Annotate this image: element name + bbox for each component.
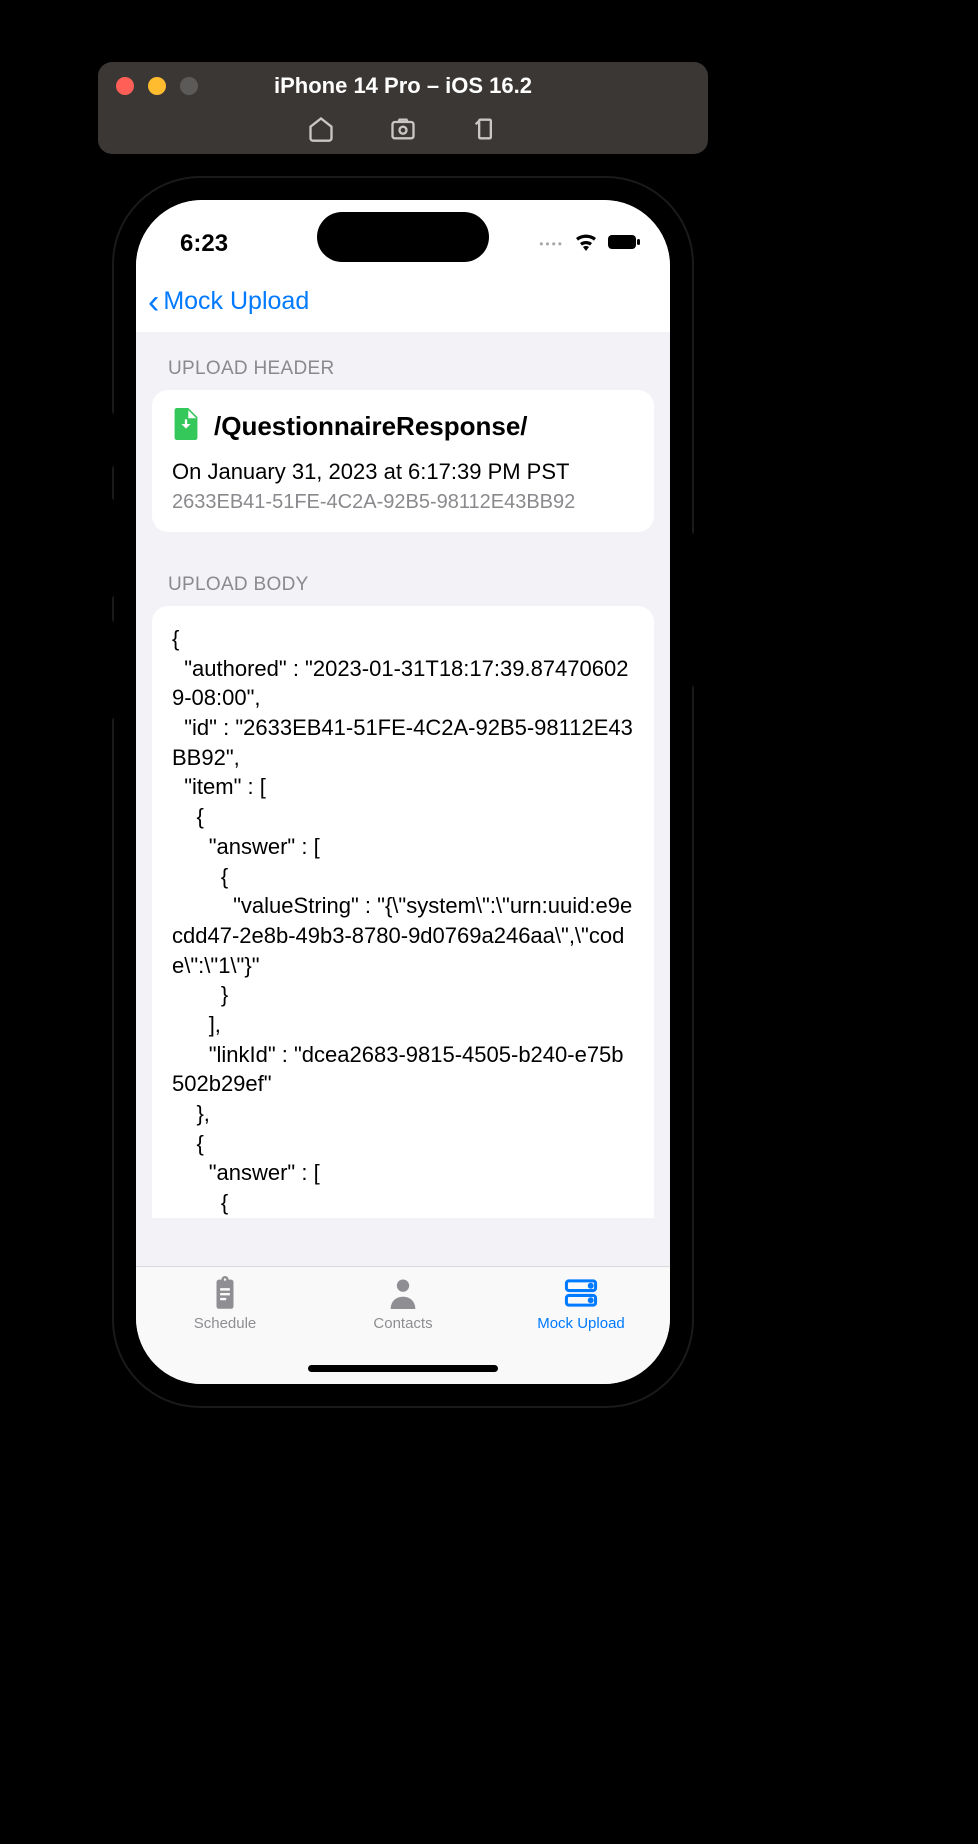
home-icon[interactable]	[307, 115, 335, 143]
tab-schedule[interactable]: Schedule	[136, 1275, 314, 1384]
screenshot-icon[interactable]	[389, 115, 417, 143]
phone-frame: 6:23 •••• ‹ Mock Upload UPLOAD HEADER	[114, 178, 692, 1406]
traffic-lights	[98, 77, 198, 95]
header-row: /QuestionnaireResponse/	[172, 408, 634, 445]
tab-mock-upload-label: Mock Upload	[537, 1315, 625, 1332]
mute-switch	[104, 412, 114, 468]
simulator-window: iPhone 14 Pro – iOS 16.2	[98, 62, 708, 154]
chevron-left-icon: ‹	[148, 285, 159, 319]
dynamic-island	[317, 212, 489, 262]
volume-down-button	[104, 620, 114, 720]
clipboard-icon	[207, 1275, 243, 1311]
status-right: ••••	[539, 233, 642, 256]
battery-icon	[608, 234, 642, 255]
tab-mock-upload[interactable]: Mock Upload	[492, 1275, 670, 1384]
rotate-icon[interactable]	[471, 115, 499, 143]
power-button	[692, 532, 702, 688]
status-time: 6:23	[180, 230, 228, 258]
minimize-icon[interactable]	[148, 77, 166, 95]
content-scroll[interactable]: UPLOAD HEADER /QuestionnaireResponse/ On…	[136, 332, 670, 1266]
home-indicator[interactable]	[308, 1365, 498, 1372]
upload-uuid: 2633EB41-51FE-4C2A-92B5-98112E43BB92	[172, 491, 634, 514]
cellular-icon: ••••	[539, 237, 564, 251]
document-icon	[172, 408, 200, 445]
nav-bar: ‹ Mock Upload	[136, 272, 670, 332]
upload-header-card: /QuestionnaireResponse/ On January 31, 2…	[152, 390, 654, 532]
phone-screen: 6:23 •••• ‹ Mock Upload UPLOAD HEADER	[136, 200, 670, 1384]
simulator-titlebar: iPhone 14 Pro – iOS 16.2	[98, 62, 708, 110]
maximize-icon[interactable]	[180, 77, 198, 95]
tab-schedule-label: Schedule	[194, 1315, 257, 1332]
upload-header-section-label: UPLOAD HEADER	[136, 332, 670, 390]
simulator-toolbar	[98, 110, 708, 154]
server-icon	[563, 1275, 599, 1311]
upload-path: /QuestionnaireResponse/	[214, 411, 528, 442]
upload-body-section-label: UPLOAD BODY	[136, 532, 670, 606]
back-button[interactable]: ‹ Mock Upload	[144, 281, 313, 323]
person-icon	[385, 1275, 421, 1311]
upload-body-text: { "authored" : "2023-01-31T18:17:39.8747…	[172, 624, 634, 1218]
upload-date: On January 31, 2023 at 6:17:39 PM PST	[172, 459, 634, 485]
upload-body-card: { "authored" : "2023-01-31T18:17:39.8747…	[152, 606, 654, 1218]
back-label: Mock Upload	[163, 287, 309, 316]
close-icon[interactable]	[116, 77, 134, 95]
volume-up-button	[104, 498, 114, 598]
tab-contacts-label: Contacts	[373, 1315, 432, 1332]
wifi-icon	[574, 233, 598, 256]
